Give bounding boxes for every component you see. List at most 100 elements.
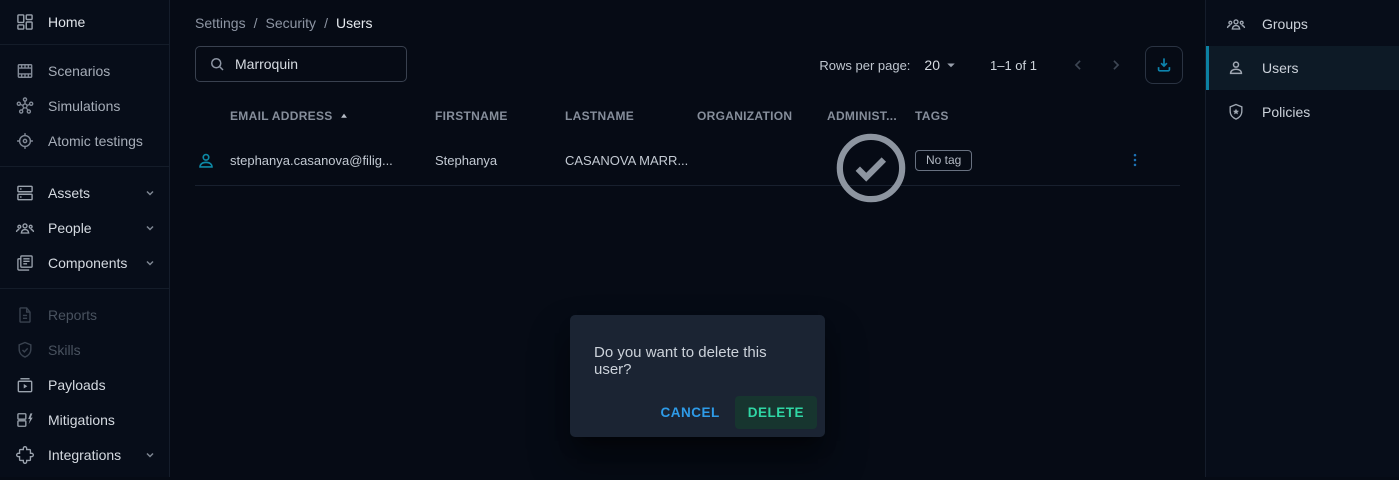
sidebar-item-label: Atomic testings — [48, 133, 143, 149]
dialog-actions: CANCEL DELETE — [570, 396, 825, 437]
breadcrumb-security[interactable]: Security — [265, 15, 316, 31]
chevron-down-icon — [141, 254, 159, 272]
cell-actions — [1126, 151, 1144, 171]
person-icon — [1226, 58, 1246, 78]
sidebar-item-policies[interactable]: Policies — [1206, 90, 1399, 134]
rows-per-page-value: 20 — [924, 57, 940, 73]
cell-lastname: CASANOVA MARR... — [565, 153, 697, 168]
cell-tags: No tag — [915, 150, 1126, 171]
column-header-lastname[interactable]: LASTNAME — [565, 109, 697, 123]
shield-check-icon — [15, 340, 35, 360]
groups-icon — [1226, 14, 1246, 34]
subscriptions-icon — [15, 375, 35, 395]
sidebar-item-label: Skills — [48, 342, 81, 358]
sidebar-item-integrations[interactable]: Integrations — [0, 437, 169, 472]
sidebar-item-label: Payloads — [48, 377, 106, 393]
target-icon — [15, 131, 35, 151]
sidebar-item-groups[interactable]: Groups — [1206, 2, 1399, 46]
column-header-firstname[interactable]: FIRSTNAME — [435, 109, 565, 123]
rows-per-page-label: Rows per page: — [819, 58, 910, 73]
rows-per-page-select[interactable]: 20 — [924, 56, 960, 74]
sidebar-item-label: Integrations — [48, 447, 121, 463]
table-row[interactable]: stephanya.casanova@filig... Stephanya CA… — [195, 136, 1180, 186]
search-icon — [208, 55, 226, 73]
storage-icon — [15, 183, 35, 203]
search-box[interactable] — [195, 46, 407, 82]
sidebar-item-reports: Reports — [0, 297, 169, 332]
column-header-organization[interactable]: ORGANIZATION — [697, 109, 827, 123]
sidebar-item-label: Simulations — [48, 98, 120, 114]
sidebar-item-label: Scenarios — [48, 63, 110, 79]
sort-asc-icon — [337, 109, 351, 123]
tag-chip: No tag — [915, 150, 972, 171]
chevron-down-icon — [141, 219, 159, 237]
movie-icon — [15, 61, 35, 81]
column-label: TAGS — [915, 109, 949, 123]
sidebar-item-users[interactable]: Users — [1206, 46, 1399, 90]
sidebar-item-skills: Skills — [0, 332, 169, 367]
sidebar-item-payloads[interactable]: Payloads — [0, 367, 169, 402]
column-label: ORGANIZATION — [697, 109, 792, 123]
sidebar-item-scenarios[interactable]: Scenarios — [0, 53, 169, 88]
chevron-left-icon — [1068, 55, 1088, 75]
list-controls: Rows per page: 20 1–1 of 1 — [819, 46, 1183, 84]
chevron-right-icon — [1106, 55, 1126, 75]
dashboard-icon — [15, 12, 35, 32]
cancel-button[interactable]: CANCEL — [649, 396, 730, 429]
sidebar-item-components[interactable]: Components — [0, 245, 169, 280]
sidebar-item-label: People — [48, 220, 92, 236]
sidebar-item-mitigations[interactable]: Mitigations — [0, 402, 169, 437]
sidebar-item-label: Policies — [1262, 104, 1310, 120]
chevron-down-icon — [141, 446, 159, 464]
person-icon — [195, 150, 217, 172]
sidebar-item-label: Groups — [1262, 16, 1308, 32]
breadcrumb-settings[interactable]: Settings — [195, 15, 246, 31]
breadcrumb-separator: / — [254, 15, 258, 31]
sidebar-item-assets[interactable]: Assets — [0, 175, 169, 210]
cell-administrator — [827, 109, 915, 212]
shield-star-icon — [1226, 102, 1246, 122]
document-icon — [15, 305, 35, 325]
sidebar-item-simulations[interactable]: Simulations — [0, 88, 169, 123]
feed-bolt-icon — [15, 410, 35, 430]
sidebar-item-atomic-testings[interactable]: Atomic testings — [0, 123, 169, 158]
sidebar-item-label: Assets — [48, 185, 90, 201]
column-header-tags[interactable]: TAGS — [915, 109, 1126, 123]
sidebar-item-label: Reports — [48, 307, 97, 323]
dialog-message: Do you want to delete this user? — [570, 315, 825, 396]
next-page-button[interactable] — [1101, 50, 1131, 80]
row-avatar-cell — [195, 150, 230, 172]
chevron-down-icon — [141, 184, 159, 202]
newspaper-icon — [15, 253, 35, 273]
pagination-range: 1–1 of 1 — [990, 58, 1037, 73]
column-label: LASTNAME — [565, 109, 634, 123]
export-button[interactable] — [1145, 46, 1183, 84]
sidebar-item-label: Components — [48, 255, 127, 271]
right-sidebar: Groups Users Policies — [1205, 0, 1399, 477]
puzzle-icon — [15, 445, 35, 465]
search-input[interactable] — [235, 56, 394, 72]
table-header: EMAIL ADDRESS FIRSTNAME LASTNAME ORGANIZ… — [170, 100, 1205, 132]
sidebar-item-label: Users — [1262, 60, 1299, 76]
sidebar-item-home[interactable]: Home — [0, 0, 169, 44]
column-header-email[interactable]: EMAIL ADDRESS — [230, 109, 435, 123]
left-sidebar: Home Scenarios Simulations Atomic testin… — [0, 0, 170, 477]
breadcrumb-users: Users — [336, 15, 373, 31]
sidebar-item-people[interactable]: People — [0, 210, 169, 245]
sidebar-item-label: Mitigations — [48, 412, 115, 428]
breadcrumb: Settings / Security / Users — [195, 15, 373, 31]
cell-email: stephanya.casanova@filig... — [230, 153, 435, 168]
delete-button[interactable]: DELETE — [735, 396, 817, 429]
cell-firstname: Stephanya — [435, 153, 565, 168]
hub-icon — [15, 96, 35, 116]
download-icon — [1154, 55, 1174, 75]
dropdown-arrow-icon — [942, 56, 960, 74]
column-label: FIRSTNAME — [435, 109, 508, 123]
more-vert-icon[interactable] — [1126, 151, 1144, 171]
groups-icon — [15, 218, 35, 238]
check-circle-icon — [827, 124, 915, 212]
previous-page-button[interactable] — [1063, 50, 1093, 80]
breadcrumb-separator: / — [324, 15, 328, 31]
delete-confirmation-dialog: Do you want to delete this user? CANCEL … — [570, 315, 825, 437]
column-label: EMAIL ADDRESS — [230, 109, 333, 123]
